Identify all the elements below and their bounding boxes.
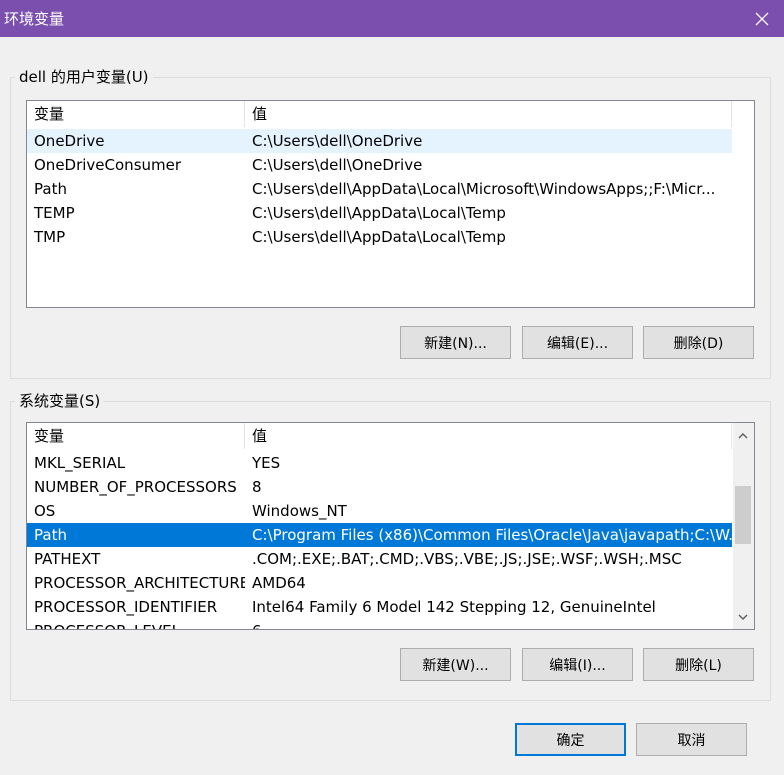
- user-new-button[interactable]: 新建(N)...: [400, 326, 511, 359]
- column-header-variable[interactable]: 变量: [27, 101, 245, 127]
- user-delete-button[interactable]: 删除(D): [643, 326, 754, 359]
- window-title: 环境变量: [4, 10, 65, 28]
- ok-button[interactable]: 确定: [515, 723, 626, 756]
- variable-value: YES: [252, 454, 281, 472]
- cancel-button[interactable]: 取消: [636, 723, 747, 756]
- variable-value: Intel64 Family 6 Model 142 Stepping 12, …: [252, 598, 656, 616]
- list-item[interactable]: OS Windows_NT: [27, 499, 732, 523]
- vertical-scrollbar[interactable]: [733, 423, 754, 629]
- system-delete-button[interactable]: 删除(L): [643, 648, 754, 681]
- variable-name: TEMP: [34, 204, 75, 222]
- system-list-header: 变量 值: [27, 423, 732, 449]
- variable-value: C:\Users\dell\AppData\Local\Temp: [252, 228, 506, 246]
- variable-name: OS: [34, 502, 56, 520]
- variable-value: C:\Users\dell\OneDrive: [252, 156, 423, 174]
- title-bar: 环境变量: [0, 0, 784, 37]
- system-variables-label: 系统变量(S): [15, 392, 105, 410]
- system-variables-list[interactable]: 变量 值 MKL_SERIAL YES NUMBER_OF_PROCESSORS…: [26, 422, 755, 630]
- scroll-down-button[interactable]: [733, 607, 753, 627]
- user-variables-list[interactable]: 变量 值 OneDrive C:\Users\dell\OneDrive One…: [26, 100, 755, 308]
- scroll-up-button[interactable]: [733, 425, 753, 445]
- variable-value: 6: [245, 619, 732, 629]
- column-header-value[interactable]: 值: [245, 101, 732, 127]
- variable-value: .COM;.EXE;.BAT;.CMD;.VBS;.VBE;.JS;.JSE;.…: [252, 550, 682, 568]
- variable-value: C:\Users\dell\AppData\Local\Temp: [252, 204, 506, 222]
- column-header-variable[interactable]: 变量: [27, 423, 245, 449]
- list-item[interactable]: PATHEXT .COM;.EXE;.BAT;.CMD;.VBS;.VBE;.J…: [27, 547, 732, 571]
- chevron-up-icon: [738, 432, 748, 439]
- variable-value: Windows_NT: [252, 502, 347, 520]
- variable-name: PROCESSOR_ARCHITECTURE: [34, 574, 245, 592]
- list-item[interactable]: TMP C:\Users\dell\AppData\Local\Temp: [27, 225, 732, 249]
- list-item[interactable]: PROCESSOR_ARCHITECTURE AMD64: [27, 571, 732, 595]
- variable-value: C:\Users\dell\OneDrive: [252, 132, 423, 150]
- list-item[interactable]: OneDrive C:\Users\dell\OneDrive: [27, 129, 732, 153]
- list-item[interactable]: TEMP C:\Users\dell\AppData\Local\Temp: [27, 201, 732, 225]
- variable-value: 8: [252, 478, 262, 496]
- column-header-value[interactable]: 值: [245, 423, 732, 449]
- variable-name: Path: [34, 180, 67, 198]
- variable-name: PROCESSOR_LEVEL: [27, 619, 245, 629]
- list-item[interactable]: MKL_SERIAL YES: [27, 451, 732, 475]
- list-item[interactable]: NUMBER_OF_PROCESSORS 8: [27, 475, 732, 499]
- variable-value: C:\Program Files (x86)\Common Files\Orac…: [252, 526, 732, 544]
- variable-name: PATHEXT: [34, 550, 101, 568]
- list-item[interactable]: Path C:\Users\dell\AppData\Local\Microso…: [27, 177, 732, 201]
- list-item[interactable]: PROCESSOR_IDENTIFIER Intel64 Family 6 Mo…: [27, 595, 732, 619]
- close-icon: [755, 12, 769, 25]
- variable-name: OneDriveConsumer: [34, 156, 182, 174]
- variable-name: NUMBER_OF_PROCESSORS: [34, 478, 237, 496]
- variable-value: C:\Users\dell\AppData\Local\Microsoft\Wi…: [252, 180, 716, 198]
- variable-value: AMD64: [252, 574, 306, 592]
- variable-name: MKL_SERIAL: [34, 454, 126, 472]
- list-item-selected[interactable]: Path C:\Program Files (x86)\Common Files…: [27, 523, 732, 547]
- close-button[interactable]: [740, 0, 784, 37]
- user-list-header: 变量 值: [27, 101, 732, 127]
- variable-name: OneDrive: [34, 132, 105, 150]
- user-edit-button[interactable]: 编辑(E)...: [522, 326, 633, 359]
- scroll-thumb[interactable]: [735, 486, 751, 544]
- list-item[interactable]: PROCESSOR_LEVEL 6: [27, 619, 732, 629]
- system-new-button[interactable]: 新建(W)...: [400, 648, 511, 681]
- variable-name: Path: [34, 526, 67, 544]
- variable-name: PROCESSOR_IDENTIFIER: [34, 598, 218, 616]
- user-variables-label: dell 的用户变量(U): [15, 68, 153, 86]
- list-item[interactable]: OneDriveConsumer C:\Users\dell\OneDrive: [27, 153, 732, 177]
- variable-name: TMP: [34, 228, 66, 246]
- system-edit-button[interactable]: 编辑(I)...: [522, 648, 633, 681]
- chevron-down-icon: [738, 613, 748, 620]
